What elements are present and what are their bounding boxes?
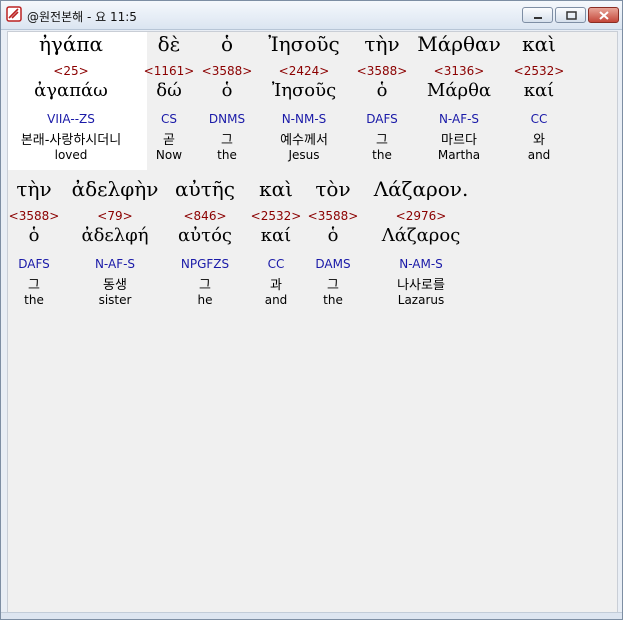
word-english: Lazarus <box>397 293 445 307</box>
word-strong[interactable]: <79> <box>97 209 132 223</box>
word-parse: DAFS <box>18 257 50 271</box>
word-lemma: ὁ <box>28 225 40 246</box>
title-bar[interactable]: @원전본해 - 요 11:5 <box>1 1 622 30</box>
word-greek[interactable]: καὶ <box>522 32 556 56</box>
bottom-edge <box>1 612 622 619</box>
word-parse: CS <box>161 112 177 126</box>
word-lemma: Ἰησοῦς <box>271 80 337 101</box>
word-strong[interactable]: <3588> <box>202 64 253 78</box>
word-parse: N-NM-S <box>281 112 327 126</box>
word-strong[interactable]: <3588> <box>308 209 359 223</box>
word-korean: 동생 <box>103 278 127 293</box>
word-greek[interactable]: ἀδελφὴν <box>72 177 159 201</box>
word-strong[interactable]: <3588> <box>357 64 408 78</box>
word-english: loved <box>54 148 88 162</box>
word-greek[interactable]: τὴν <box>16 177 51 201</box>
word-strong[interactable]: <2976> <box>396 209 447 223</box>
maximize-icon <box>566 11 577 20</box>
word-parse: DAMS <box>315 257 351 271</box>
word-strong[interactable]: <846> <box>183 209 226 223</box>
word-english: and <box>264 293 288 307</box>
word-strong[interactable]: <3588> <box>9 209 60 223</box>
word-parse: N-AF-S <box>438 112 480 126</box>
word-greek[interactable]: ὁ <box>221 32 233 56</box>
word-lemma: δώ <box>156 80 182 101</box>
word-greek[interactable]: Ἰησοῦς <box>268 32 339 56</box>
word-parse: CC <box>267 257 285 271</box>
word-english: Jesus <box>288 148 320 162</box>
word-korean: 그 <box>199 278 211 293</box>
word-english: the <box>217 148 237 162</box>
word-korean: 예수께서 <box>280 133 328 148</box>
minimize-button[interactable] <box>522 7 553 23</box>
word-lemma: αὐτός <box>178 225 232 246</box>
word-parse: N-AM-S <box>399 257 443 271</box>
word-korean: 그 <box>327 278 339 293</box>
word-lemma: Λάζαρος <box>381 225 461 246</box>
word-korean: 와 <box>533 133 545 148</box>
word-strong[interactable]: <1161> <box>144 64 195 78</box>
word-lemma: ἀδελφή <box>81 225 149 246</box>
word-korean: 곧 <box>163 133 175 148</box>
word-korean: 그 <box>376 133 388 148</box>
word-lemma: Μάρθα <box>426 80 492 101</box>
word-greek[interactable]: ἠγάπα <box>39 32 103 56</box>
word-greek[interactable]: αὐτῆς <box>175 177 235 201</box>
word-korean: 그 <box>221 133 233 148</box>
word-english: and <box>527 148 551 162</box>
word-korean: 과 <box>270 278 282 293</box>
word-english: the <box>24 293 44 307</box>
word-lemma: ὁ <box>221 80 233 101</box>
word-parse: NPGFZS <box>180 257 230 271</box>
word-parse: DNMS <box>208 112 246 126</box>
word-greek[interactable]: Λάζαρον. <box>374 177 469 201</box>
word-greek[interactable]: καὶ <box>259 177 293 201</box>
maximize-button[interactable] <box>555 7 586 23</box>
word-strong[interactable]: <3136> <box>434 64 485 78</box>
app-window: @원전본해 - 요 11:5 ἠγάπα <25> ἀγαπάω VIIA--ZS 본래… <box>0 0 623 620</box>
word-greek[interactable]: Μάρθαν <box>417 32 500 56</box>
word-english: the <box>372 148 392 162</box>
word-korean: 본래-사랑하시더니 <box>20 133 122 148</box>
word-greek[interactable]: τὸν <box>315 177 350 201</box>
word-strong[interactable]: <25> <box>53 64 88 78</box>
interlinear-panel[interactable]: ἠγάπα <25> ἀγαπάω VIIA--ZS 본래-사랑하시더니 loved δὲ <… <box>7 31 618 615</box>
word-parse: VIIA--ZS <box>47 112 95 126</box>
window-title: @원전본해 - 요 11:5 <box>27 10 137 24</box>
minimize-icon <box>534 17 542 19</box>
word-korean: 그 <box>28 278 40 293</box>
word-greek[interactable]: τὴν <box>364 32 399 56</box>
word-parse: N-AF-S <box>94 257 136 271</box>
app-icon <box>6 6 22 22</box>
word-lemma: ὁ <box>327 225 339 246</box>
word-lemma: καί <box>260 225 292 246</box>
word-english: Now <box>155 148 183 162</box>
word-korean: 나사로를 <box>397 278 445 293</box>
close-button[interactable] <box>588 7 619 23</box>
word-greek[interactable]: δὲ <box>158 32 181 56</box>
word-parse: DAFS <box>366 112 398 126</box>
close-icon <box>599 11 609 20</box>
word-strong[interactable]: <2424> <box>279 64 330 78</box>
word-lemma: καί <box>523 80 555 101</box>
word-strong[interactable]: <2532> <box>514 64 565 78</box>
word-english: he <box>197 293 213 307</box>
word-korean: 마르다 <box>441 133 477 148</box>
word-english: the <box>323 293 343 307</box>
word-strong[interactable]: <2532> <box>251 209 302 223</box>
word-lemma: ὁ <box>376 80 388 101</box>
word-parse: CC <box>530 112 548 126</box>
word-lemma: ἀγαπάω <box>34 80 108 101</box>
word-english: sister <box>98 293 132 307</box>
word-english: Martha <box>437 148 481 162</box>
